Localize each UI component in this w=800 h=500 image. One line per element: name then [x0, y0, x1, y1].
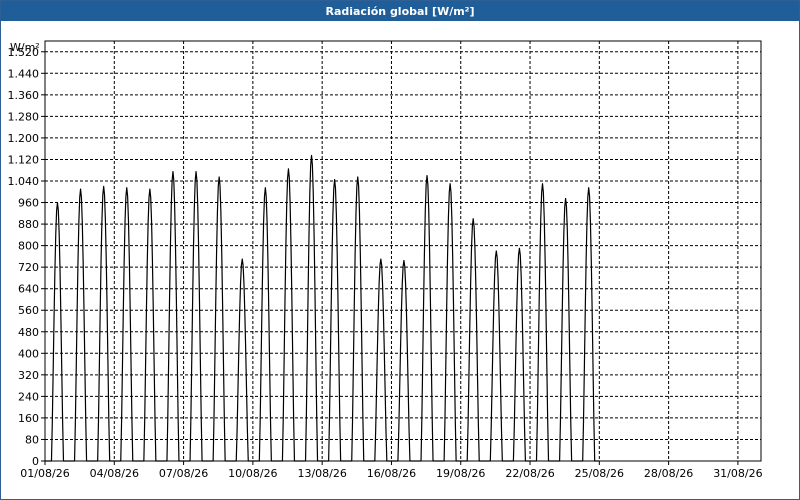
- y-tick-label: 480: [18, 326, 39, 339]
- y-tick-label: 720: [18, 261, 39, 274]
- y-tick-label: 1.360: [8, 89, 40, 102]
- x-tick-label: 01/08/26: [20, 467, 69, 480]
- chart-window: Radiación global [W/m²] W/m² 0 80 160 240 32…: [0, 0, 800, 500]
- y-tick-label: 640: [18, 283, 39, 296]
- y-tick-label: 1.280: [8, 110, 40, 123]
- y-tick-label: 80: [25, 433, 39, 446]
- y-tick-label: 240: [18, 390, 39, 403]
- x-tick-label: 13/08/26: [297, 467, 346, 480]
- x-tick-label: 19/08/26: [436, 467, 485, 480]
- x-tick-label: 25/08/26: [575, 467, 624, 480]
- y-tick-labels: 0801602403204004805606407208008809601.04…: [8, 46, 45, 468]
- y-tick-label: 1.120: [8, 153, 40, 166]
- x-tick-label: 22/08/26: [505, 467, 554, 480]
- x-tick-label: 10/08/26: [228, 467, 277, 480]
- x-tick-labels: 01/08/26 04/08/26 07/08/26 10/08/26 13/08/26…: [20, 461, 763, 480]
- x-tick-label: 31/08/26: [713, 467, 762, 480]
- y-tick-label: 400: [18, 347, 39, 360]
- y-tick-label: 320: [18, 369, 39, 382]
- y-tick-label: 560: [18, 304, 39, 317]
- y-tick-label: 160: [18, 412, 39, 425]
- x-tick-label: 16/08/26: [367, 467, 416, 480]
- y-tick-label: 1.440: [8, 67, 40, 80]
- radiation-chart: W/m² 08016024032040048056064072080088096…: [8, 40, 763, 480]
- y-tick-label: 1.200: [8, 132, 40, 145]
- y-tick-label: 800: [18, 240, 39, 253]
- x-tick-label: 04/08/26: [90, 467, 139, 480]
- x-tick-label: 28/08/26: [644, 467, 693, 480]
- y-tick-label: 1.520: [8, 46, 40, 59]
- y-tick-label: 880: [18, 218, 39, 231]
- x-tick-label: 07/08/26: [159, 467, 208, 480]
- y-tick-label: 960: [18, 197, 39, 210]
- y-tick-label: 1.040: [8, 175, 40, 188]
